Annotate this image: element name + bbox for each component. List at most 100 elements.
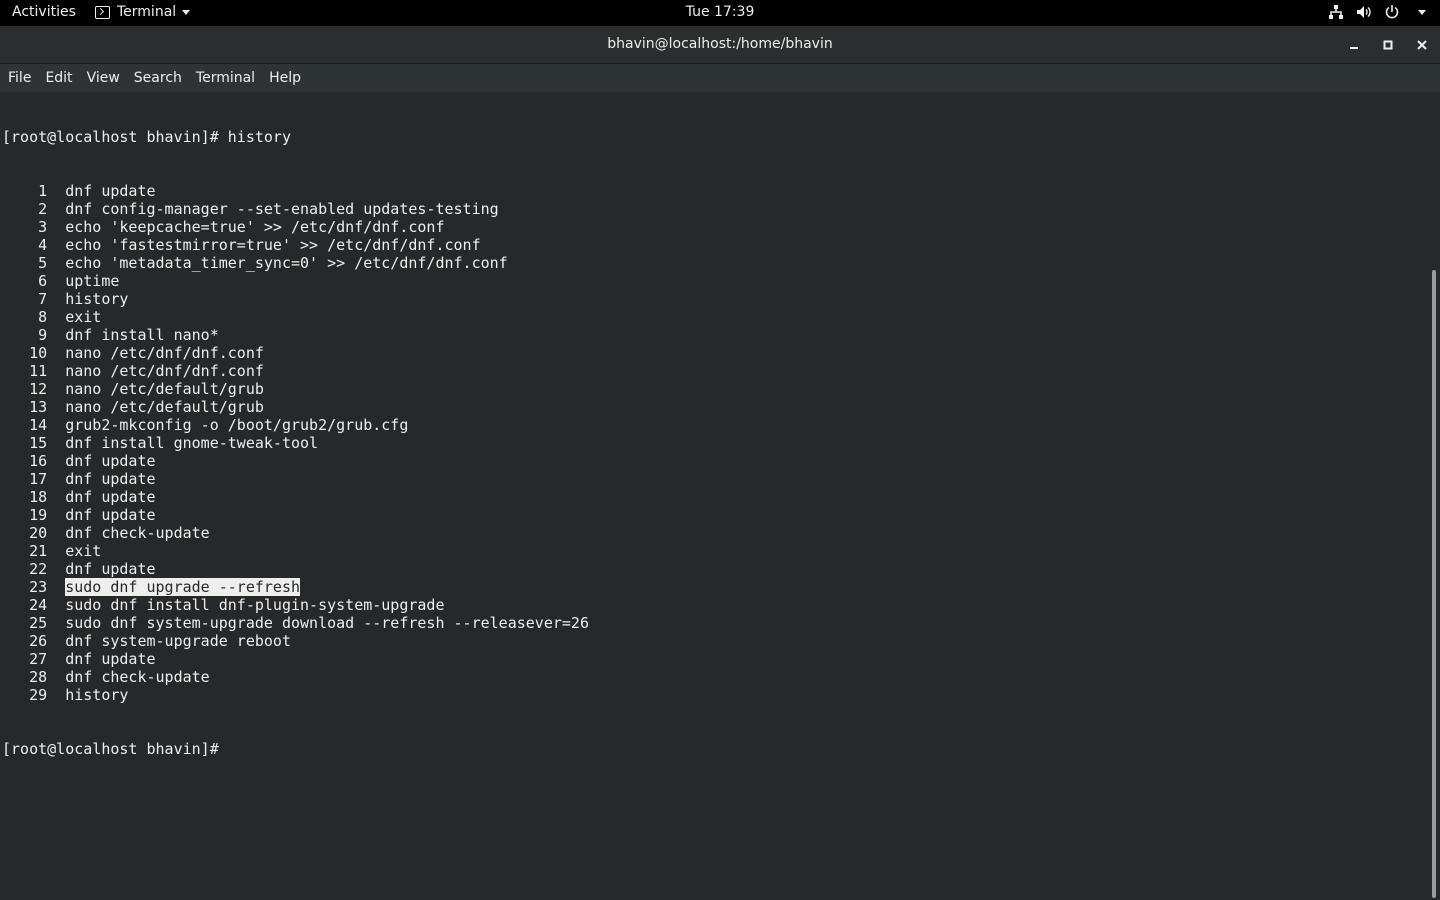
history-entry: 10 nano /etc/dnf/dnf.conf (2, 344, 1422, 362)
history-command: dnf update (65, 650, 156, 668)
volume-icon (1356, 4, 1372, 20)
history-entry: 20 dnf check-update (2, 524, 1422, 542)
history-command: dnf update (65, 488, 156, 506)
history-command: echo 'fastestmirror=true' >> /etc/dnf/dn… (65, 236, 481, 254)
history-number: 12 (29, 380, 48, 398)
history-command: uptime (65, 272, 120, 290)
history-command: dnf update (65, 182, 156, 200)
history-entry: 18 dnf update (2, 488, 1422, 506)
history-number: 10 (29, 344, 48, 362)
history-number: 3 (38, 218, 48, 236)
history-number: 11 (29, 362, 48, 380)
history-command: history (65, 290, 129, 308)
history-command: dnf update (65, 452, 156, 470)
selected-text: sudo dnf upgrade --refresh (65, 578, 301, 596)
scrollbar[interactable] (1428, 92, 1440, 900)
history-command: dnf update (65, 560, 156, 578)
terminal-view[interactable]: [root@localhost bhavin]# history 1 dnf u… (0, 92, 1440, 900)
minimize-button[interactable] (1344, 35, 1364, 55)
history-entry: 6 uptime (2, 272, 1422, 290)
app-menu-button[interactable]: Terminal (95, 4, 191, 20)
history-number: 26 (29, 632, 48, 650)
history-command: exit (65, 308, 102, 326)
clock[interactable]: Tue 17:39 (686, 4, 755, 20)
history-entry: 2 dnf config-manager --set-enabled updat… (2, 200, 1422, 218)
menu-terminal[interactable]: Terminal (190, 64, 261, 92)
history-entry: 7 history (2, 290, 1422, 308)
terminal-output[interactable]: [root@localhost bhavin]# history 1 dnf u… (2, 92, 1422, 794)
system-status-menu[interactable] (1328, 4, 1426, 20)
history-number: 16 (29, 452, 48, 470)
history-number: 4 (38, 236, 48, 254)
menu-view[interactable]: View (81, 64, 126, 92)
history-command: nano /etc/default/grub (65, 398, 264, 416)
history-number: 20 (29, 524, 48, 542)
history-number: 27 (29, 650, 48, 668)
history-command: dnf check-update (65, 668, 210, 686)
maximize-icon (1383, 40, 1393, 50)
history-entry: 11 nano /etc/dnf/dnf.conf (2, 362, 1422, 380)
history-number: 25 (29, 614, 48, 632)
close-button[interactable] (1412, 35, 1432, 55)
menu-file[interactable]: File (2, 64, 37, 92)
history-command: echo 'metadata_timer_sync=0' >> /etc/dnf… (65, 254, 508, 272)
history-command: nano /etc/default/grub (65, 380, 264, 398)
history-entry: 15 dnf install gnome-tweak-tool (2, 434, 1422, 452)
history-number: 6 (38, 272, 48, 290)
history-command: dnf update (65, 506, 156, 524)
command: history (227, 128, 291, 146)
history-entry: 29 history (2, 686, 1422, 704)
history-entry: 9 dnf install nano* (2, 326, 1422, 344)
history-entry: 23 sudo dnf upgrade --refresh (2, 578, 1422, 596)
maximize-button[interactable] (1378, 35, 1398, 55)
history-entry: 8 exit (2, 308, 1422, 326)
history-number: 28 (29, 668, 48, 686)
history-command: echo 'keepcache=true' >> /etc/dnf/dnf.co… (65, 218, 445, 236)
history-entry: 25 sudo dnf system-upgrade download --re… (2, 614, 1422, 632)
menu-search[interactable]: Search (128, 64, 188, 92)
history-entry: 27 dnf update (2, 650, 1422, 668)
scrollbar-thumb[interactable] (1432, 270, 1436, 898)
power-icon (1384, 4, 1400, 20)
history-entry: 24 sudo dnf install dnf-plugin-system-up… (2, 596, 1422, 614)
history-entry: 19 dnf update (2, 506, 1422, 524)
history-entry: 12 nano /etc/default/grub (2, 380, 1422, 398)
history-command: sudo dnf install dnf-plugin-system-upgra… (65, 596, 445, 614)
activities-button[interactable]: Activities (12, 4, 76, 20)
menu-bar: File Edit View Search Terminal Help (0, 64, 1440, 92)
history-command: sudo dnf system-upgrade download --refre… (65, 614, 589, 632)
history-number: 9 (38, 326, 48, 344)
terminal-icon (95, 5, 110, 19)
history-command: dnf install nano* (65, 326, 219, 344)
current-prompt-line[interactable]: [root@localhost bhavin]# (2, 740, 1422, 758)
history-number: 17 (29, 470, 48, 488)
history-number: 24 (29, 596, 48, 614)
history-entry: 26 dnf system-upgrade reboot (2, 632, 1422, 650)
history-number: 14 (29, 416, 48, 434)
history-number: 18 (29, 488, 48, 506)
menu-help[interactable]: Help (263, 64, 307, 92)
history-number: 23 (29, 578, 48, 596)
history-entry: 17 dnf update (2, 470, 1422, 488)
window-header-bar: bhavin@localhost:/home/bhavin (0, 26, 1440, 64)
history-command: dnf install gnome-tweak-tool (65, 434, 319, 452)
history-command: nano /etc/dnf/dnf.conf (65, 362, 264, 380)
history-number: 29 (29, 686, 48, 704)
close-icon (1417, 40, 1427, 50)
history-number: 15 (29, 434, 48, 452)
history-number: 22 (29, 560, 48, 578)
history-number: 1 (38, 182, 48, 200)
chevron-down-icon (182, 10, 191, 15)
history-entry: 4 echo 'fastestmirror=true' >> /etc/dnf/… (2, 236, 1422, 254)
history-entry: 13 nano /etc/default/grub (2, 398, 1422, 416)
history-number: 19 (29, 506, 48, 524)
prompt: [root@localhost bhavin]# (2, 740, 219, 758)
history-command: dnf update (65, 470, 156, 488)
history-entry: 22 dnf update (2, 560, 1422, 578)
history-entry: 5 echo 'metadata_timer_sync=0' >> /etc/d… (2, 254, 1422, 272)
gnome-top-bar: Activities Terminal Tue 17:39 (0, 0, 1440, 26)
network-icon (1328, 4, 1344, 20)
history-entry: 28 dnf check-update (2, 668, 1422, 686)
history-entry: 14 grub2-mkconfig -o /boot/grub2/grub.cf… (2, 416, 1422, 434)
menu-edit[interactable]: Edit (39, 64, 78, 92)
